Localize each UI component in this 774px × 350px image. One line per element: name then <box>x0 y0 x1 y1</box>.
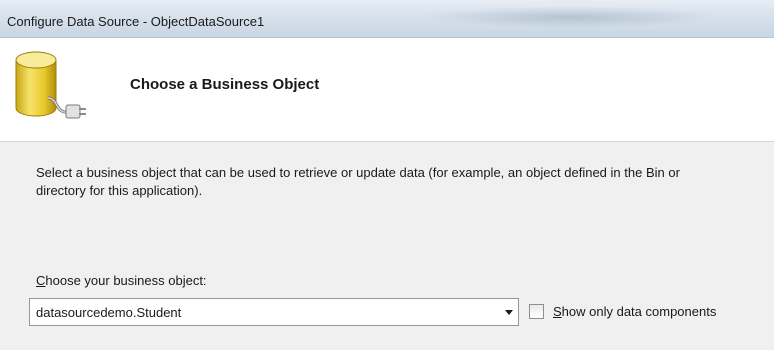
description-text: Select a business object that can be use… <box>36 164 774 200</box>
business-object-select[interactable]: datasourcedemo.Student <box>29 298 519 326</box>
page-heading: Choose a Business Object <box>130 76 320 93</box>
window-title: Configure Data Source - ObjectDataSource… <box>7 14 265 29</box>
show-only-data-components-checkbox[interactable] <box>529 304 544 319</box>
business-object-selected-value: datasourcedemo.Student <box>36 305 182 320</box>
wizard-content: Select a business object that can be use… <box>0 142 774 350</box>
business-object-label: Choose your business object: <box>36 273 207 288</box>
configure-data-source-dialog: Configure Data Source - ObjectDataSource… <box>0 0 774 350</box>
description-line-2: directory for this application). <box>36 183 203 198</box>
title-bar-glare <box>420 6 720 28</box>
database-connect-icon <box>15 51 86 119</box>
chevron-down-icon[interactable] <box>500 299 518 325</box>
show-only-data-components-label[interactable]: Show only data components <box>553 304 716 319</box>
wizard-header: Choose a Business Object <box>0 38 774 142</box>
description-line-1: Select a business object that can be use… <box>36 165 680 180</box>
title-bar[interactable]: Configure Data Source - ObjectDataSource… <box>0 0 774 38</box>
